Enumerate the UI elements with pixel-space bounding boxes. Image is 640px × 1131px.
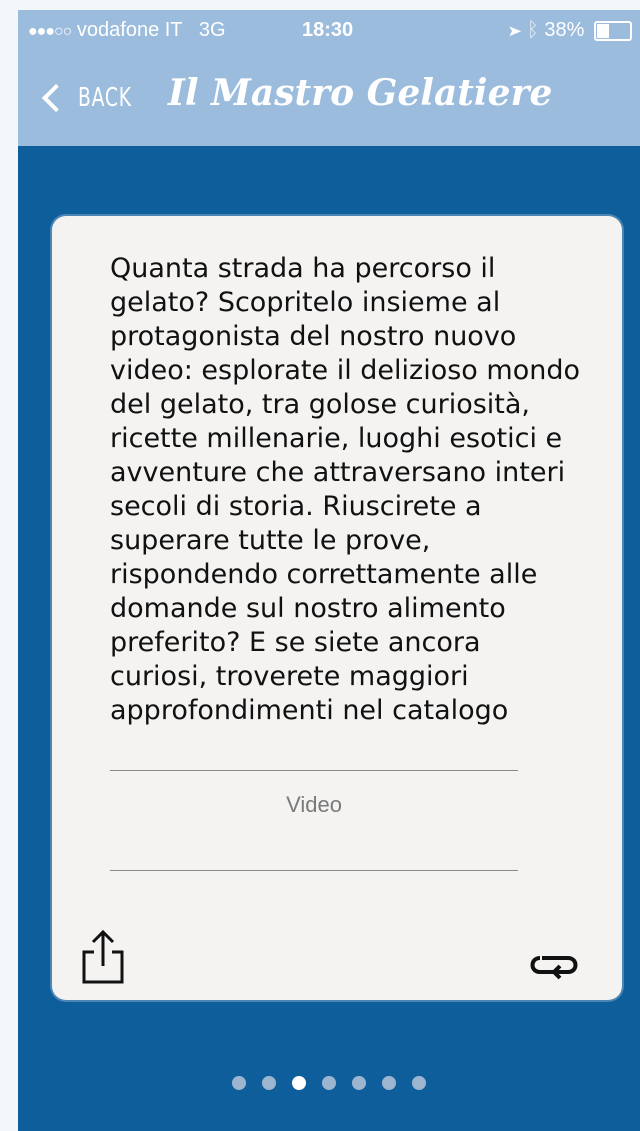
status-left: ●●●○○ vodafone IT 3G	[28, 10, 226, 52]
status-time: 18:30	[302, 19, 354, 41]
network-type: 3G	[198, 19, 226, 41]
video-button[interactable]: Video	[110, 792, 518, 818]
back-button[interactable]: BACK	[41, 76, 145, 120]
page-dot[interactable]	[322, 1076, 336, 1090]
page-dot[interactable]	[352, 1076, 366, 1090]
battery-percent: 38%	[544, 19, 585, 41]
carrier-name: vodafone IT	[76, 19, 183, 41]
status-right: ➤ ᛒ 38%	[509, 10, 632, 50]
share-icon[interactable]	[80, 928, 126, 986]
navigation-bar: BACK Il Mastro Gelatiere	[18, 50, 640, 146]
location-arrow-icon: ➤	[509, 19, 522, 41]
page-dot[interactable]	[262, 1076, 276, 1090]
signal-strength-icon: ●●●○○	[28, 23, 72, 40]
page-dot[interactable]	[232, 1076, 246, 1090]
app-screen: ●●●○○ vodafone IT 3G 18:30 ➤ ᛒ 38% BACK …	[18, 10, 640, 1131]
bluetooth-icon: ᛒ	[526, 19, 539, 41]
chevron-left-icon	[41, 83, 71, 113]
page-dot[interactable]	[292, 1076, 306, 1090]
back-label: BACK	[78, 83, 132, 113]
page-dot[interactable]	[382, 1076, 396, 1090]
page-title: Il Mastro Gelatiere	[168, 72, 553, 114]
loop-icon[interactable]	[524, 950, 584, 980]
page-indicator[interactable]	[18, 1076, 640, 1096]
battery-icon	[594, 20, 632, 41]
divider-bottom	[110, 870, 518, 871]
description-text[interactable]: Quanta strada ha percorso il gelato? Sco…	[110, 252, 580, 728]
status-bar: ●●●○○ vodafone IT 3G 18:30 ➤ ᛒ 38%	[18, 10, 640, 50]
divider-top	[110, 770, 518, 771]
page-dot[interactable]	[412, 1076, 426, 1090]
content-card: Quanta strada ha percorso il gelato? Sco…	[52, 216, 622, 1000]
